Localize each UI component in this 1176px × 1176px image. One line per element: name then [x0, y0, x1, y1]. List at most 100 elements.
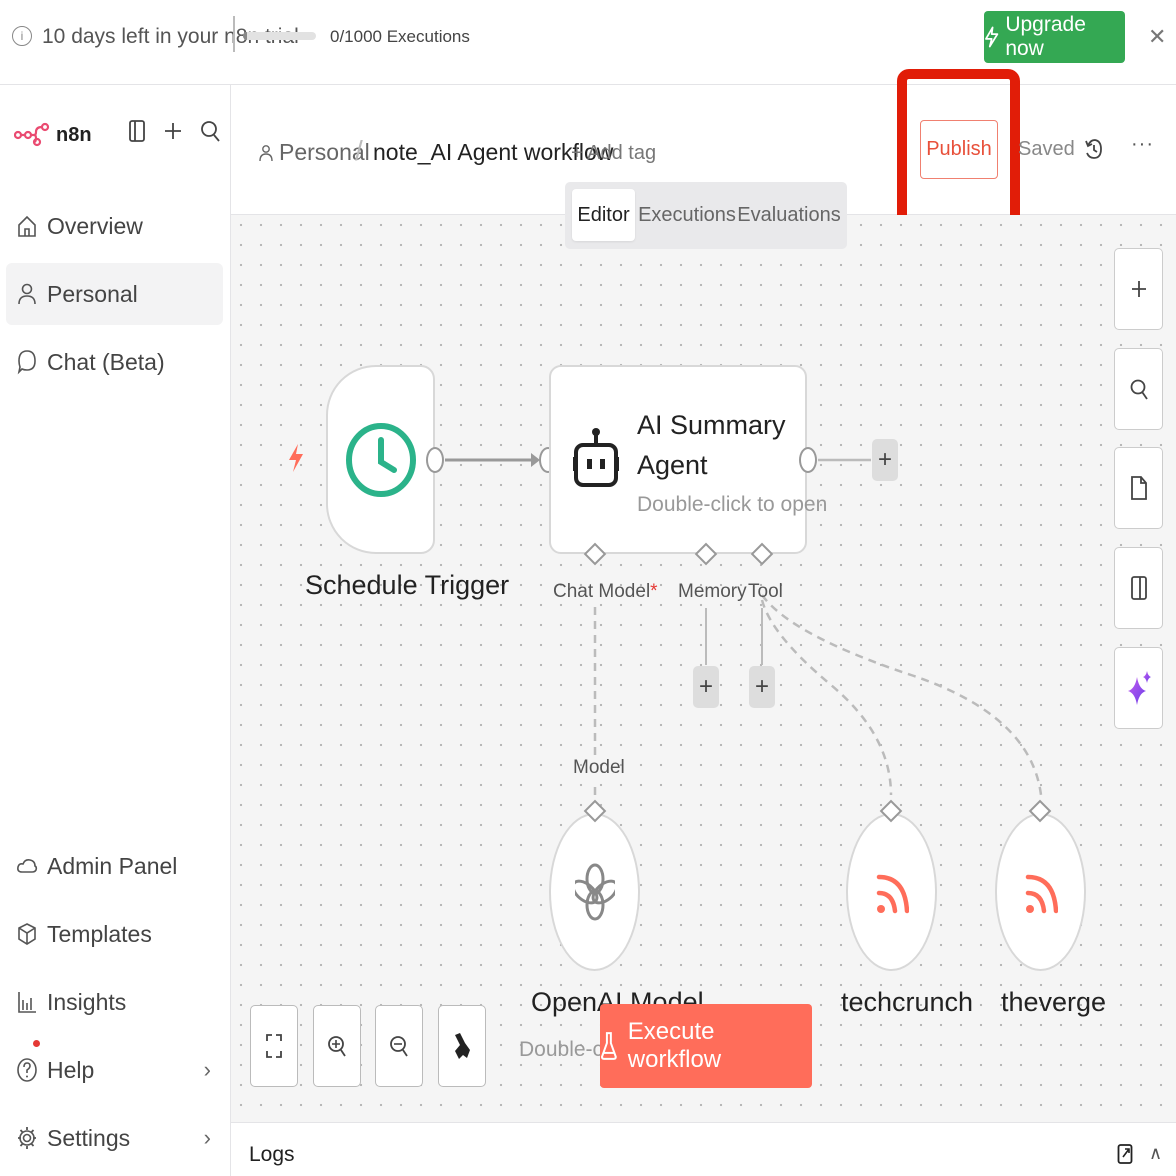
- sidebar-item-label: Personal: [47, 280, 138, 307]
- sidebar-item-label: Overview: [47, 212, 143, 239]
- close-banner-icon[interactable]: ✕: [1148, 24, 1166, 50]
- notification-dot: [33, 1040, 40, 1047]
- tab-executions[interactable]: Executions: [638, 189, 736, 241]
- sparkle-icon: [1127, 671, 1151, 705]
- sidebar-item-admin-panel[interactable]: Admin Panel: [6, 835, 223, 897]
- rss-icon: [1025, 874, 1058, 914]
- sidebar-item-label: Admin Panel: [47, 852, 178, 879]
- sidebar-item-help[interactable]: Help ›: [6, 1039, 223, 1101]
- breadcrumb-separator: /: [355, 135, 363, 166]
- sidebar-item-label: Settings: [47, 1124, 131, 1151]
- document-icon: [1130, 476, 1147, 500]
- sidebar-item-overview[interactable]: Overview: [6, 195, 223, 257]
- history-icon[interactable]: [1085, 137, 1103, 163]
- theverge-rss-node[interactable]: [995, 813, 1086, 971]
- view-tabs: Editor Executions Evaluations: [565, 182, 847, 249]
- openai-model-node[interactable]: [549, 813, 640, 971]
- brand-name: n8n: [56, 123, 92, 146]
- executions-count: 0/1000 Executions: [330, 27, 470, 46]
- zoom-in-button[interactable]: [313, 1005, 361, 1087]
- sidebar-item-label: Templates: [47, 920, 152, 947]
- plus-icon: [1131, 281, 1146, 297]
- panel-icon: [1130, 576, 1147, 600]
- agent-title: AI Summary Agent: [637, 410, 786, 480]
- chevron-right-icon: ›: [203, 1125, 211, 1150]
- breadcrumb-project[interactable]: Personal: [259, 139, 370, 166]
- tab-evaluations[interactable]: Evaluations: [737, 189, 840, 241]
- fullscreen-icon: [266, 1034, 282, 1058]
- schedule-trigger-node[interactable]: [326, 365, 435, 554]
- help-icon: [17, 1058, 37, 1082]
- sidebar-item-chat[interactable]: Chat (Beta): [6, 331, 223, 393]
- output-handle[interactable]: [426, 447, 444, 473]
- techcrunch-rss-node[interactable]: [846, 813, 937, 971]
- n8n-logo-icon: [14, 122, 50, 147]
- search-icon: [1130, 379, 1148, 400]
- memory-label: Memory: [678, 581, 747, 602]
- ai-agent-node[interactable]: AI Summary Agent Double-click to open: [549, 365, 827, 554]
- add-icon[interactable]: [164, 122, 182, 140]
- techcrunch-label: techcrunch: [841, 987, 974, 1017]
- pop-out-icon[interactable]: [1117, 1143, 1133, 1165]
- toggle-sidebar-icon[interactable]: [128, 119, 146, 143]
- workflow-canvas[interactable]: Schedule Trigger AI Summary Agent Double…: [231, 215, 1176, 1122]
- openai-icon: [574, 863, 615, 921]
- add-tag-button[interactable]: + Add tag: [571, 142, 656, 165]
- model-label: Model: [573, 757, 625, 778]
- chevron-right-icon: ›: [203, 1057, 211, 1082]
- sticky-note-button[interactable]: [1114, 447, 1163, 529]
- sidebar-item-label: Chat (Beta): [47, 348, 165, 375]
- bar-chart-icon: [18, 992, 36, 1013]
- toggle-panel-button[interactable]: [1114, 547, 1163, 629]
- chat-model-label: Chat Model*: [553, 581, 658, 602]
- zoom-in-icon: [328, 1036, 346, 1057]
- executions-progress-bar: [243, 32, 316, 40]
- n8n-logo[interactable]: n8n: [14, 118, 92, 152]
- fit-view-button[interactable]: [250, 1005, 298, 1087]
- add-node-button[interactable]: +: [872, 439, 898, 481]
- output-handle[interactable]: [799, 447, 817, 473]
- saved-status: Saved: [1018, 138, 1075, 160]
- box-icon: [18, 923, 36, 945]
- execute-workflow-button[interactable]: Execute workflow: [600, 1004, 812, 1088]
- flask-icon: [600, 1032, 617, 1060]
- ai-assistant-button[interactable]: [1114, 647, 1163, 729]
- sidebar-item-personal[interactable]: Personal: [6, 263, 223, 325]
- search-nodes-button[interactable]: [1114, 348, 1163, 430]
- workflow-header: Personal / note_AI Agent workflow + Add …: [231, 69, 1176, 249]
- sidebar-item-insights[interactable]: Insights: [6, 971, 223, 1033]
- lightning-icon: [985, 26, 999, 48]
- gear-icon: [18, 1127, 36, 1149]
- chat-bubble-icon: [17, 350, 36, 375]
- sidebar-item-settings[interactable]: Settings ›: [6, 1107, 223, 1169]
- sidebar: n8n Overview Personal Chat (Beta) Admin …: [0, 85, 231, 1176]
- logs-panel[interactable]: Logs ∧: [231, 1122, 1176, 1176]
- zoom-out-icon: [390, 1036, 408, 1057]
- cloud-icon: [17, 859, 38, 873]
- chevron-up-icon[interactable]: ∧: [1149, 1143, 1162, 1164]
- more-options-icon[interactable]: ···: [1131, 133, 1154, 156]
- execute-workflow-label: Execute workflow: [627, 1018, 722, 1073]
- zoom-out-button[interactable]: [375, 1005, 423, 1087]
- sidebar-item-templates[interactable]: Templates: [6, 903, 223, 965]
- upgrade-now-button[interactable]: Upgrade now: [984, 11, 1125, 63]
- lightning-icon: [289, 444, 303, 472]
- tidy-up-button[interactable]: [438, 1005, 486, 1087]
- sidebar-item-label: Help: [47, 1056, 95, 1083]
- home-icon: [18, 215, 36, 237]
- robot-icon: [573, 428, 619, 487]
- broom-icon: [455, 1033, 470, 1059]
- tab-editor[interactable]: Editor: [572, 189, 635, 241]
- upgrade-label: Upgrade now: [1005, 13, 1086, 60]
- highlight-box: [897, 69, 1020, 229]
- add-tool-button[interactable]: +: [749, 666, 775, 708]
- theverge-label: theverge: [1001, 987, 1107, 1017]
- user-icon: [18, 283, 36, 305]
- add-node-panel-button[interactable]: [1114, 248, 1163, 330]
- user-icon: [259, 144, 273, 161]
- search-icon[interactable]: [200, 119, 220, 143]
- add-memory-button[interactable]: +: [693, 666, 719, 708]
- info-icon: i: [12, 26, 32, 46]
- tool-label: Tool: [748, 581, 783, 602]
- rss-icon: [876, 874, 909, 914]
